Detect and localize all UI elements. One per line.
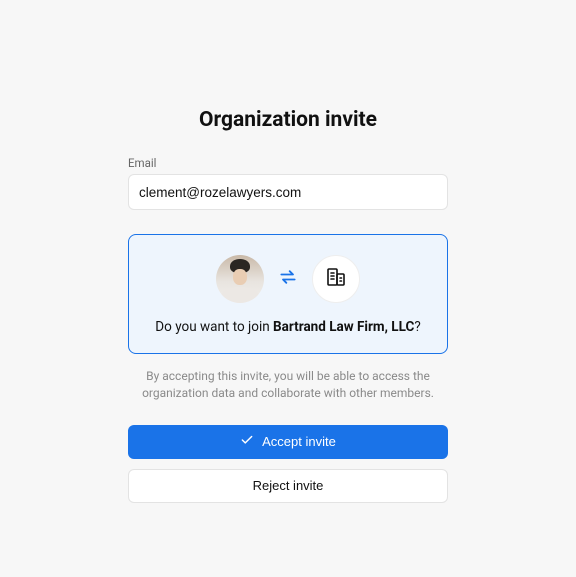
- page-title: Organization invite: [128, 108, 448, 132]
- invite-card: Organization invite Email: [128, 108, 448, 503]
- prompt-suffix: ?: [414, 319, 420, 335]
- check-icon: [240, 433, 254, 450]
- invite-prompt: Do you want to join Bartrand Law Firm, L…: [145, 319, 431, 335]
- email-field[interactable]: [128, 174, 448, 210]
- reject-invite-button[interactable]: Reject invite: [128, 469, 448, 503]
- org-avatar: [312, 255, 360, 303]
- swap-icon: [278, 267, 298, 291]
- reject-label: Reject invite: [253, 478, 324, 493]
- org-name: Bartrand Law Firm, LLC: [273, 319, 414, 335]
- invite-preview: Do you want to join Bartrand Law Firm, L…: [128, 234, 448, 354]
- helper-text: By accepting this invite, you will be ab…: [128, 368, 448, 403]
- user-avatar: [216, 255, 264, 303]
- action-buttons: Accept invite Reject invite: [128, 425, 448, 503]
- buildings-icon: [324, 265, 348, 293]
- avatar-org-pair: [145, 255, 431, 303]
- email-label: Email: [128, 156, 448, 170]
- prompt-prefix: Do you want to join: [155, 319, 273, 335]
- accept-invite-button[interactable]: Accept invite: [128, 425, 448, 459]
- accept-label: Accept invite: [262, 434, 336, 449]
